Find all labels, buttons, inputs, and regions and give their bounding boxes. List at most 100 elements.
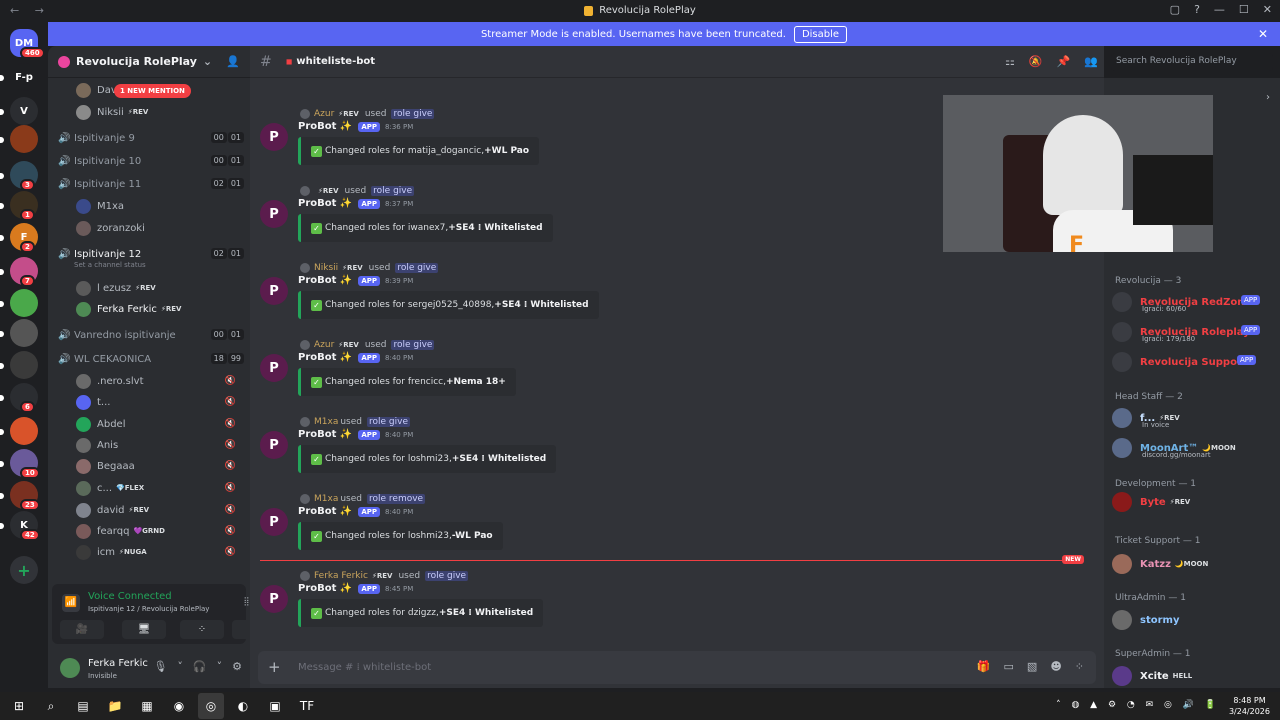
discord-icon[interactable]: ◐ [230,693,256,719]
command-name[interactable]: role give [367,417,410,427]
command-reply[interactable]: Ferka Ferkic ⚡REV used role give [300,571,469,581]
bot-username[interactable]: ProBot [298,583,336,594]
camera-button[interactable]: 🎥 [60,620,104,639]
command-reply[interactable]: M1xa used role remove [300,494,426,504]
firefox-icon[interactable]: ◉ [166,693,192,719]
command-reply[interactable]: ⚡REV used role give [300,186,415,196]
task-view-icon[interactable]: ▤ [70,693,96,719]
attach-plus-icon[interactable]: + [268,658,284,676]
member-row[interactable]: Katzz 🌙MOON [1112,552,1274,576]
search-input[interactable]: Search Revolucija RolePlay [1111,53,1273,71]
bot-avatar[interactable]: P [260,200,288,228]
bot-avatar[interactable]: P [260,123,288,151]
server-header[interactable]: Revolucija RolePlay ⌄ 👤 [48,46,250,78]
app-icon[interactable]: ▣ [262,693,288,719]
voice-member[interactable]: zoranzoki [76,218,240,238]
file-explorer-icon[interactable]: 📁 [102,693,128,719]
message-input[interactable]: Message # ⁞ whiteliste-bot [298,662,431,673]
command-reply[interactable]: Azur ⚡REV used role give [300,340,435,350]
command-reply[interactable]: Niksii ⚡REV used role give [300,263,439,273]
add-server-icon[interactable]: + [10,556,38,584]
channel-status[interactable]: Set a channel status [74,261,146,269]
command-user[interactable]: M1xa [314,494,338,504]
sticker-icon[interactable]: ▧ [1027,660,1037,673]
voice-member[interactable]: l ezusz ⚡REV [76,278,240,298]
server-icon[interactable]: V [10,97,38,125]
command-reply[interactable]: M1xa used role give [300,417,410,427]
voice-channel[interactable]: 🔊 Ispitivanje 12 02 01 Set a channel status [58,244,244,269]
member-row[interactable]: Byte ⚡REV [1112,490,1274,514]
close-banner-icon[interactable]: ✕ [1258,27,1268,41]
voice-channel[interactable]: 🔊 Ispitivanje 9 00 01 [58,128,244,148]
apps-icon[interactable]: ⁘ [1075,660,1084,673]
bot-username[interactable]: ProBot [298,275,336,286]
close-button[interactable]: ✕ [1263,3,1272,16]
voice-channel[interactable]: 🔊 Ispitivanje 11 02 01 [58,174,244,194]
nav-arrows[interactable]: ← → [10,4,50,17]
settings-icon[interactable]: ⚙ [232,660,242,673]
bot-username[interactable]: ProBot [298,506,336,517]
server-icon[interactable] [10,319,38,347]
server-icon[interactable] [10,289,38,317]
voice-member[interactable]: Anis 🔇 [76,435,240,455]
threads-icon[interactable]: # [260,54,272,70]
noise-icon[interactable]: ⦙⦙ [244,595,249,609]
headphones-icon[interactable]: 🎧 [193,660,207,673]
audio-options-icon[interactable]: ˅ [217,660,223,673]
bot-avatar[interactable]: P [260,431,288,459]
voice-member[interactable]: Begaaa 🔇 [76,456,240,476]
command-user[interactable]: M1xa [314,417,338,427]
inbox-icon[interactable]: ▢ [1170,3,1180,16]
command-name[interactable]: role give [395,263,439,273]
voice-member[interactable]: c... 💎FLEX 🔇 [76,478,240,498]
disable-button[interactable]: Disable [793,25,848,43]
voice-channel[interactable]: 🔊 WL CEKAONICA 18 99 [58,349,244,369]
voice-member[interactable]: david ⚡REV 🔇 [76,500,240,520]
command-user[interactable]: Azur [314,109,334,119]
voice-member[interactable]: t... 🔇 [76,392,240,412]
pin-icon[interactable]: 📌 [1057,55,1071,68]
command-user[interactable]: Niksii [314,263,338,273]
chevron-right-icon[interactable]: › [1266,92,1270,103]
member-row[interactable]: f... ⚡REV In voice [1112,406,1274,430]
bot-avatar[interactable]: P [260,508,288,536]
bot-avatar[interactable]: P [260,585,288,613]
command-reply[interactable]: Azur ⚡REV used role give [300,109,435,119]
gif-icon[interactable]: ▭ [1004,660,1014,673]
command-user[interactable]: Azur [314,340,334,350]
mic-icon[interactable]: 🎙 [153,660,167,673]
message-composer[interactable]: + Message # ⁞ whiteliste-bot 🎁 ▭ ▧ ☻ ⁘ [258,651,1096,684]
help-icon[interactable]: ? [1194,3,1200,16]
member-row[interactable]: stormy [1112,608,1274,632]
server-icon[interactable] [10,417,38,445]
tf-icon[interactable]: TF [294,693,320,719]
threads-header-icon[interactable]: ⚏ [1005,55,1015,68]
start-icon[interactable]: ⊞ [6,693,32,719]
bot-username[interactable]: ProBot [298,352,336,363]
emoji-icon[interactable]: ☻ [1050,660,1061,673]
bot-avatar[interactable]: P [260,277,288,305]
voice-member[interactable]: Abdel 🔇 [76,414,240,434]
voice-member[interactable]: Niksii ⚡REV [76,102,240,122]
command-name[interactable]: role give [371,186,415,196]
command-name[interactable]: role give [425,571,469,581]
bot-username[interactable]: ProBot [298,121,336,132]
voice-member[interactable]: M1xa [76,196,240,216]
gift-icon[interactable]: 🎁 [977,660,991,673]
system-tray[interactable]: ˄ ◍ ▲ ⚙ ◔ ✉ ◎ 🔊 🔋 [1056,700,1220,710]
server-icon[interactable] [10,125,38,153]
bot-avatar[interactable]: P [260,354,288,382]
signal-icon[interactable]: 📶 [62,594,80,612]
voice-member[interactable]: Ferka Ferkic ⚡REV [76,299,240,319]
voice-channel[interactable]: 🔊 Vanredno ispitivanje 00 01 [58,325,244,345]
maximize-button[interactable]: ☐ [1239,3,1249,16]
screenshare-button[interactable]: 🖥 [122,620,166,639]
bot-username[interactable]: ProBot [298,429,336,440]
store-icon[interactable]: ▦ [134,693,160,719]
voice-member[interactable]: fearqq 💜GRND 🔇 [76,521,240,541]
new-mention-badge[interactable]: 1 NEW MENTION [114,84,191,98]
command-user[interactable]: Ferka Ferkic [314,571,368,581]
voice-connected-channel[interactable]: Ispitivanje 12 / Revolucija RolePlay [88,605,209,613]
user-name[interactable]: Ferka Ferkic [88,658,148,669]
clock[interactable]: 8:48 PM 3/24/2026 [1229,695,1270,717]
